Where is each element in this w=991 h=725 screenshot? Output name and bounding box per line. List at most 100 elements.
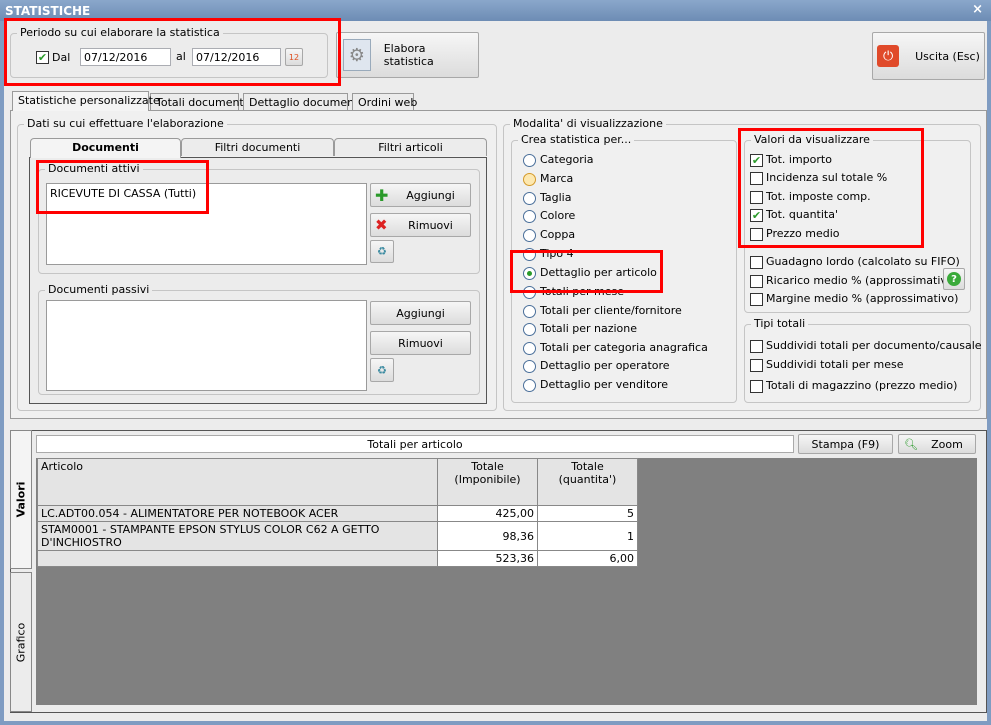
radio-label: Coppa: [540, 228, 576, 241]
radio-label: Colore: [540, 209, 576, 222]
valori-checkbox-label: Ricarico medio % (approssimativo): [766, 274, 958, 287]
side-tab-valori[interactable]: Valori: [10, 430, 32, 569]
radio-7[interactable]: [523, 286, 536, 299]
valori-checkbox-label: Guadagno lordo (calcolato su FIFO): [766, 255, 960, 268]
radio-4[interactable]: [523, 229, 536, 242]
tab-ordini-web[interactable]: Ordini web: [352, 93, 417, 111]
tab-totali-documenti[interactable]: Totali documenti: [150, 93, 247, 111]
elabora-button[interactable]: ⚙ Elabora statistica: [336, 32, 479, 78]
results-table: Articolo Totale (Imponibile) Totale (qua…: [37, 458, 638, 567]
al-label: al: [176, 50, 186, 63]
valori-checkbox[interactable]: ✔: [750, 154, 763, 167]
column-header[interactable]: Totale (quantita'): [537, 458, 638, 506]
crea-legend: Crea statistica per...: [518, 133, 635, 146]
tipi-checkbox[interactable]: [750, 340, 763, 353]
modalita-legend: Modalita' di visualizzazione: [510, 117, 666, 130]
radio-6[interactable]: [523, 267, 536, 280]
uscita-label: Uscita (Esc): [915, 49, 980, 63]
total-imponibile: 523,36: [437, 550, 538, 567]
valori-checkbox[interactable]: [750, 293, 763, 306]
remove-x-icon: ✖: [375, 216, 388, 234]
radio-label: Dettaglio per articolo: [540, 266, 657, 279]
date-from-input[interactable]: 07/12/2016: [80, 48, 171, 66]
documenti-attivi-legend: Documenti attivi: [45, 162, 143, 175]
radio-label: Marca: [540, 172, 574, 185]
tab-documenti[interactable]: Documenti: [30, 138, 181, 158]
recycle-bin-icon[interactable]: ♻: [370, 358, 394, 382]
valori-checkbox[interactable]: [750, 172, 763, 185]
zoom-label: Zoom: [931, 437, 963, 451]
close-icon[interactable]: ×: [972, 2, 983, 17]
tipi-checkbox[interactable]: [750, 359, 763, 372]
radio-8[interactable]: [523, 305, 536, 318]
dal-checkbox[interactable]: ✔: [36, 51, 49, 64]
valori-checkbox-label: Incidenza sul totale %: [766, 171, 888, 184]
column-header[interactable]: Articolo: [37, 458, 438, 506]
tab-filtri-documenti[interactable]: Filtri documenti: [181, 138, 334, 156]
rimuovi-passivi-button[interactable]: Rimuovi: [370, 331, 471, 355]
tab-dettaglio-documenti[interactable]: Dettaglio documenti: [243, 93, 361, 111]
radio-2[interactable]: [523, 192, 536, 205]
rimuovi-attivi-button[interactable]: ✖ Rimuovi: [370, 213, 471, 237]
grafico-tab-label: Grafico: [14, 622, 28, 662]
valori-checkbox[interactable]: [750, 191, 763, 204]
radio-1[interactable]: [523, 173, 536, 186]
list-item[interactable]: RICEVUTE DI CASSA (Tutti): [50, 187, 363, 200]
help-icon: ?: [947, 272, 961, 286]
radio-3[interactable]: [523, 210, 536, 223]
dal-label: Dal: [52, 51, 71, 64]
table-row[interactable]: LC.ADT00.054 - ALIMENTATORE PER NOTEBOOK…: [37, 505, 638, 522]
calendar-icon[interactable]: 12: [285, 48, 303, 66]
valori-checkbox-label: Tot. quantita': [766, 208, 838, 221]
tipi-legend: Tipi totali: [751, 317, 809, 330]
tab-filtri-articoli[interactable]: Filtri articoli: [334, 138, 487, 156]
radio-5[interactable]: [523, 248, 536, 261]
aggiungi-attivi-button[interactable]: ✚ Aggiungi: [370, 183, 471, 207]
column-header[interactable]: Totale (Imponibile): [437, 458, 538, 506]
aggiungi-passivi-button[interactable]: Aggiungi: [370, 301, 471, 325]
recycle-bin-icon[interactable]: ♻: [370, 240, 394, 263]
zoom-icon: 🔍︎: [904, 437, 918, 451]
side-tab-grafico[interactable]: Grafico: [10, 572, 32, 712]
cell-imponibile: 425,00: [437, 505, 538, 522]
tipi-checkbox-label: Suddividi totali per mese: [766, 358, 904, 371]
results-title: Totali per articolo: [36, 435, 794, 453]
uscita-button[interactable]: ⏻ Uscita (Esc): [872, 32, 985, 80]
cell-quantita: 1: [537, 521, 638, 551]
elabora-label: Elabora statistica: [383, 42, 434, 68]
title-bar: STATISTICHE: [0, 0, 991, 21]
radio-label: Totali per mese: [540, 285, 624, 298]
dati-legend: Dati su cui effettuare l'elaborazione: [24, 117, 227, 130]
valori-checkbox[interactable]: [750, 256, 763, 269]
help-button[interactable]: ?: [943, 268, 965, 290]
aggiungi-label: Aggiungi: [406, 188, 455, 202]
radio-label: Taglia: [540, 191, 572, 204]
plus-icon: ✚: [375, 185, 389, 205]
tipi-checkbox[interactable]: [750, 380, 763, 393]
gear-document-icon: ⚙: [343, 39, 371, 71]
documenti-attivi-list[interactable]: RICEVUTE DI CASSA (Tutti): [46, 183, 367, 265]
valori-legend: Valori da visualizzare: [751, 133, 873, 146]
zoom-button[interactable]: 🔍︎ Zoom: [898, 434, 976, 454]
stampa-button[interactable]: Stampa (F9): [798, 434, 893, 454]
valori-checkbox[interactable]: ✔: [750, 209, 763, 222]
tab-statistiche-personalizzate[interactable]: Statistiche personalizzate: [12, 91, 160, 111]
radio-11[interactable]: [523, 360, 536, 373]
cell-articolo: STAM0001 - STAMPANTE EPSON STYLUS COLOR …: [37, 521, 438, 551]
tipi-checkbox-label: Totali di magazzino (prezzo medio): [766, 379, 958, 392]
documenti-passivi-list[interactable]: [46, 300, 367, 391]
radio-9[interactable]: [523, 323, 536, 336]
totals-row: 523,36 6,00: [37, 550, 638, 567]
table-row[interactable]: STAM0001 - STAMPANTE EPSON STYLUS COLOR …: [37, 521, 638, 551]
date-to-input[interactable]: 07/12/2016: [192, 48, 281, 66]
valori-checkbox[interactable]: [750, 228, 763, 241]
valori-checkbox[interactable]: [750, 275, 763, 288]
radio-label: Totali per categoria anagrafica: [540, 341, 708, 354]
valori-tab-label: Valori: [14, 481, 28, 518]
rimuovi-label: Rimuovi: [408, 218, 453, 232]
radio-label: Dettaglio per venditore: [540, 378, 669, 391]
radio-12[interactable]: [523, 379, 536, 392]
radio-10[interactable]: [523, 342, 536, 355]
window-title: STATISTICHE: [5, 4, 91, 18]
radio-0[interactable]: [523, 154, 536, 167]
